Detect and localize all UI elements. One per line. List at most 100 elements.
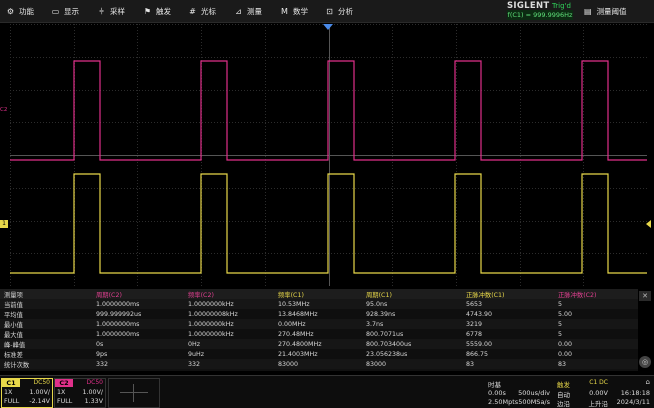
header-cell[interactable]: 频率(C1) — [274, 289, 362, 299]
menu-measure[interactable]: ⊿ 测量 — [234, 0, 262, 22]
clock-date: 2024/3/11 — [616, 398, 650, 406]
table-cell: 9ps — [92, 349, 184, 359]
clock-panel: ⌂ 16:18:18 2024/3/11 — [612, 378, 652, 406]
menu-acquire[interactable]: ⫩ 采样 — [97, 0, 125, 22]
table-cell: 0.00 — [554, 349, 638, 359]
ch2-offset-marker[interactable]: C2 — [0, 107, 10, 114]
table-cell: 0s — [92, 339, 184, 349]
table-cell: 平均值 — [0, 309, 92, 319]
ch2-tag: C2 — [55, 379, 73, 387]
header-cell: 测量项 — [0, 289, 92, 299]
header-cell[interactable]: 正脉冲数(C1) — [462, 289, 554, 299]
waveform-display[interactable] — [10, 24, 647, 286]
ch2-settings[interactable]: C2 DC50 1X 1.00V/ FULL 1.33V — [54, 378, 106, 408]
table-cell: 3219 — [462, 319, 554, 329]
table-cell: 9uHz — [184, 349, 274, 359]
timebase-panel[interactable]: 时基 0.00s 500us/div 2.50Mpts 500MSa/s — [486, 378, 552, 406]
acquire-icon: ⫩ — [99, 6, 104, 16]
menu-math[interactable]: M 数学 — [280, 0, 308, 22]
add-channel-button[interactable] — [108, 378, 160, 408]
table-cell: 1.0000000kHz — [184, 299, 274, 309]
table-cell: 21.4003MHz — [274, 349, 362, 359]
ch1-offset-marker[interactable]: 1 — [0, 220, 8, 228]
menu-analysis[interactable]: ⊡ 分析 — [325, 0, 353, 22]
status-bar: C1 DC50 1X 1.00V/ FULL -2.14V C2 DC50 1X… — [0, 375, 654, 408]
table-cell: 800.7071us — [362, 329, 462, 339]
ch1-probe: 1X — [4, 389, 13, 396]
table-cell: 800.703400us — [362, 339, 462, 349]
table-cell: 1.0000000ms — [92, 319, 184, 329]
ch2-probe: 1X — [57, 389, 66, 396]
measure-threshold-label: 测量阈值 — [596, 6, 627, 16]
trigger-level-marker[interactable] — [646, 220, 651, 228]
table-cell: 23.056238us — [362, 349, 462, 359]
header-cell[interactable]: 频率(C2) — [184, 289, 274, 299]
ch2-coupling: DC50 — [86, 379, 103, 386]
menu-display-label: 显示 — [64, 6, 79, 16]
trigger-flag-icon: ⚑ — [143, 6, 152, 16]
trigger-level: 0.00V — [589, 389, 608, 397]
timebase-sample-rate: 500MSa/s — [518, 398, 550, 406]
menu-analysis-label: 分析 — [338, 6, 353, 16]
table-cell: 最小值 — [0, 319, 92, 329]
measurement-table: 测量项 周期(C2) 频率(C2) 频率(C1) 周期(C1) 正脉冲数(C1)… — [0, 289, 638, 371]
settings-dial-icon[interactable]: ◎ — [639, 356, 651, 368]
table-cell: 13.8468MHz — [274, 309, 362, 319]
timebase-memory: 2.50Mpts — [488, 398, 519, 406]
table-cell: 270.4800MHz — [274, 339, 362, 349]
menu-trigger[interactable]: ⚑ 触发 — [143, 0, 171, 22]
table-cell: 928.39ns — [362, 309, 462, 319]
table-cell: 5 — [554, 329, 638, 339]
ch2-bandwidth: FULL — [57, 398, 73, 405]
table-cell: 83 — [554, 359, 638, 369]
table-cell: 峰-峰值 — [0, 339, 92, 349]
table-cell: 统计次数 — [0, 359, 92, 369]
ch1-settings[interactable]: C1 DC50 1X 1.00V/ FULL -2.14V — [1, 378, 53, 408]
measure-threshold-button[interactable]: ▤ 测量阈值 — [584, 0, 627, 22]
table-cell: 866.75 — [462, 349, 554, 359]
table-cell: 1.0000000ms — [92, 329, 184, 339]
cursor-icon: # — [189, 6, 196, 16]
table-cell: 270.48MHz — [274, 329, 362, 339]
table-cell: 1.00000008kHz — [184, 309, 274, 319]
header-cell[interactable]: 周期(C1) — [362, 289, 462, 299]
plus-icon-vertical — [133, 384, 134, 402]
table-cell: 83000 — [274, 359, 362, 369]
table-cell: 83 — [462, 359, 554, 369]
table-row: 峰-峰值 0s 0Hz 270.4800MHz 800.703400us 5559.00 0… — [0, 339, 638, 349]
analysis-icon: ⊡ — [326, 6, 333, 16]
clock-time: 16:18:18 — [620, 389, 650, 397]
header-cell[interactable]: 周期(C2) — [92, 289, 184, 299]
menu-cursor[interactable]: # 光标 — [188, 0, 216, 22]
trigger-title: 触发 — [557, 381, 570, 389]
menu-function-label: 功能 — [19, 6, 34, 16]
ch2-scale: 1.00V/ — [82, 389, 103, 396]
table-cell: 5559.00 — [462, 339, 554, 349]
ch1-scale: 1.00V/ — [29, 389, 50, 396]
table-cell: 0.00 — [554, 339, 638, 349]
table-cell: 5653 — [462, 299, 554, 309]
table-cell: 5 — [554, 299, 638, 309]
frequency-readout: f(C1) = 999.9996Hz — [507, 10, 573, 20]
trigger-panel[interactable]: 触发 C1 DC 自动 0.00V 边沿 上升沿 — [555, 378, 610, 408]
ch1-bandwidth: FULL — [4, 398, 20, 405]
home-icon[interactable]: ⌂ — [646, 378, 650, 386]
table-row: 最小值 1.0000000ms 1.0000000kHz 0.00MHz 3.7ns 32… — [0, 319, 638, 329]
table-cell: 最大值 — [0, 329, 92, 339]
table-cell: 标准差 — [0, 349, 92, 359]
table-row: 标准差 9ps 9uHz 21.4003MHz 23.056238us 866.75 0.0… — [0, 349, 638, 359]
header-cell[interactable]: 正脉冲数(C2) — [554, 289, 638, 299]
table-cell: 332 — [92, 359, 184, 369]
table-cell: 4743.90 — [462, 309, 554, 319]
menu-function[interactable]: ⚙ 功能 — [6, 0, 34, 22]
table-cell: 5 — [554, 319, 638, 329]
table-cell: 83000 — [362, 359, 462, 369]
table-cell: 332 — [184, 359, 274, 369]
ch1-waveform — [10, 173, 647, 274]
menu-display[interactable]: ▭ 显示 — [51, 0, 79, 22]
table-cell: 5.00 — [554, 309, 638, 319]
table-cell: 0Hz — [184, 339, 274, 349]
close-icon[interactable]: ✕ — [639, 291, 651, 301]
ch2-waveform — [10, 60, 647, 161]
ch2-offset: 1.33V — [84, 398, 103, 405]
